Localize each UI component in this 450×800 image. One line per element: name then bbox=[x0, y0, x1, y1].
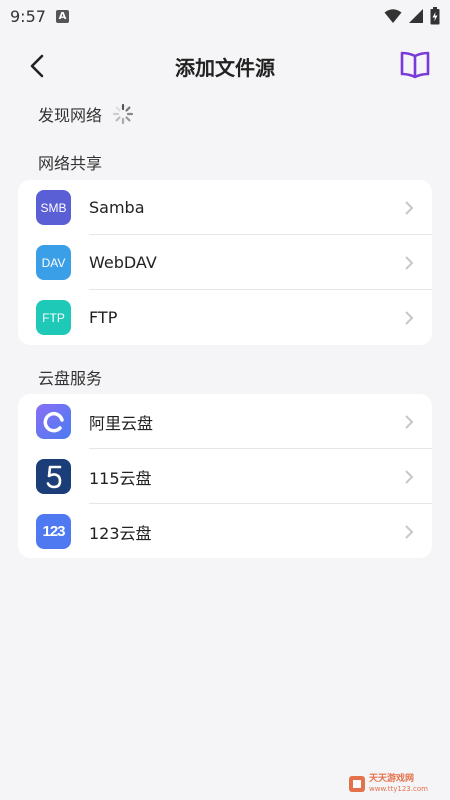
section-label-network: 网络共享 bbox=[38, 154, 103, 173]
discover-label: 发现网络 bbox=[38, 106, 103, 125]
watermark-icon bbox=[349, 776, 365, 792]
watermark-line2: www.tty123.com bbox=[369, 785, 428, 793]
item-label: 115云盘 bbox=[89, 468, 152, 488]
list-item-webdav[interactable]: DAV WebDAV bbox=[18, 235, 432, 290]
drive-115-icon bbox=[36, 459, 71, 494]
list-item-aliyun[interactable]: 阿里云盘 bbox=[18, 394, 432, 449]
network-share-card: SMB Samba DAV WebDAV FTP FTP bbox=[18, 180, 432, 345]
chevron-right-icon bbox=[405, 256, 414, 270]
item-label: WebDAV bbox=[89, 253, 157, 272]
aliyun-drive-icon bbox=[36, 404, 71, 439]
item-label: FTP bbox=[89, 308, 118, 327]
chevron-right-icon bbox=[405, 201, 414, 215]
back-arrow-icon[interactable] bbox=[24, 52, 52, 80]
cloud-service-card: 阿里云盘 115云盘 123 123云盘 bbox=[18, 394, 432, 558]
status-bar: 9:57 A bbox=[0, 0, 450, 32]
chevron-right-icon bbox=[405, 525, 414, 539]
ftp-icon: FTP bbox=[36, 300, 71, 335]
watermark-line1: 天天游戏网 bbox=[369, 774, 415, 784]
status-left: 9:57 A bbox=[10, 7, 69, 26]
app-bar: 添加文件源 bbox=[0, 42, 450, 90]
item-label: Samba bbox=[89, 198, 145, 217]
discover-network: 发现网络 bbox=[38, 100, 134, 128]
chevron-right-icon bbox=[405, 311, 414, 325]
signal-icon bbox=[409, 9, 423, 23]
dav-icon: DAV bbox=[36, 245, 71, 280]
chevron-right-icon bbox=[405, 415, 414, 429]
watermark-logo: 天天游戏网 www.tty123.com bbox=[348, 772, 444, 796]
item-label: 阿里云盘 bbox=[89, 413, 154, 433]
chevron-right-icon bbox=[405, 470, 414, 484]
status-time: 9:57 bbox=[10, 6, 46, 26]
status-right bbox=[384, 7, 440, 25]
list-item-samba[interactable]: SMB Samba bbox=[18, 180, 432, 235]
notification-icon: A bbox=[55, 9, 69, 23]
item-label: 123云盘 bbox=[89, 523, 152, 543]
section-label-cloud: 云盘服务 bbox=[38, 369, 103, 388]
drive-123-icon: 123 bbox=[36, 514, 71, 549]
battery-icon bbox=[430, 7, 440, 25]
page-title: 添加文件源 bbox=[175, 55, 275, 80]
loading-spinner-icon bbox=[112, 103, 134, 125]
list-item-123[interactable]: 123 123云盘 bbox=[18, 504, 432, 558]
smb-icon: SMB bbox=[36, 190, 71, 225]
wifi-icon bbox=[384, 9, 402, 23]
list-item-ftp[interactable]: FTP FTP bbox=[18, 290, 432, 345]
book-icon[interactable] bbox=[398, 50, 432, 80]
list-item-115[interactable]: 115云盘 bbox=[18, 449, 432, 504]
watermark-text: 天天游戏网 www.tty123.com bbox=[369, 774, 428, 794]
